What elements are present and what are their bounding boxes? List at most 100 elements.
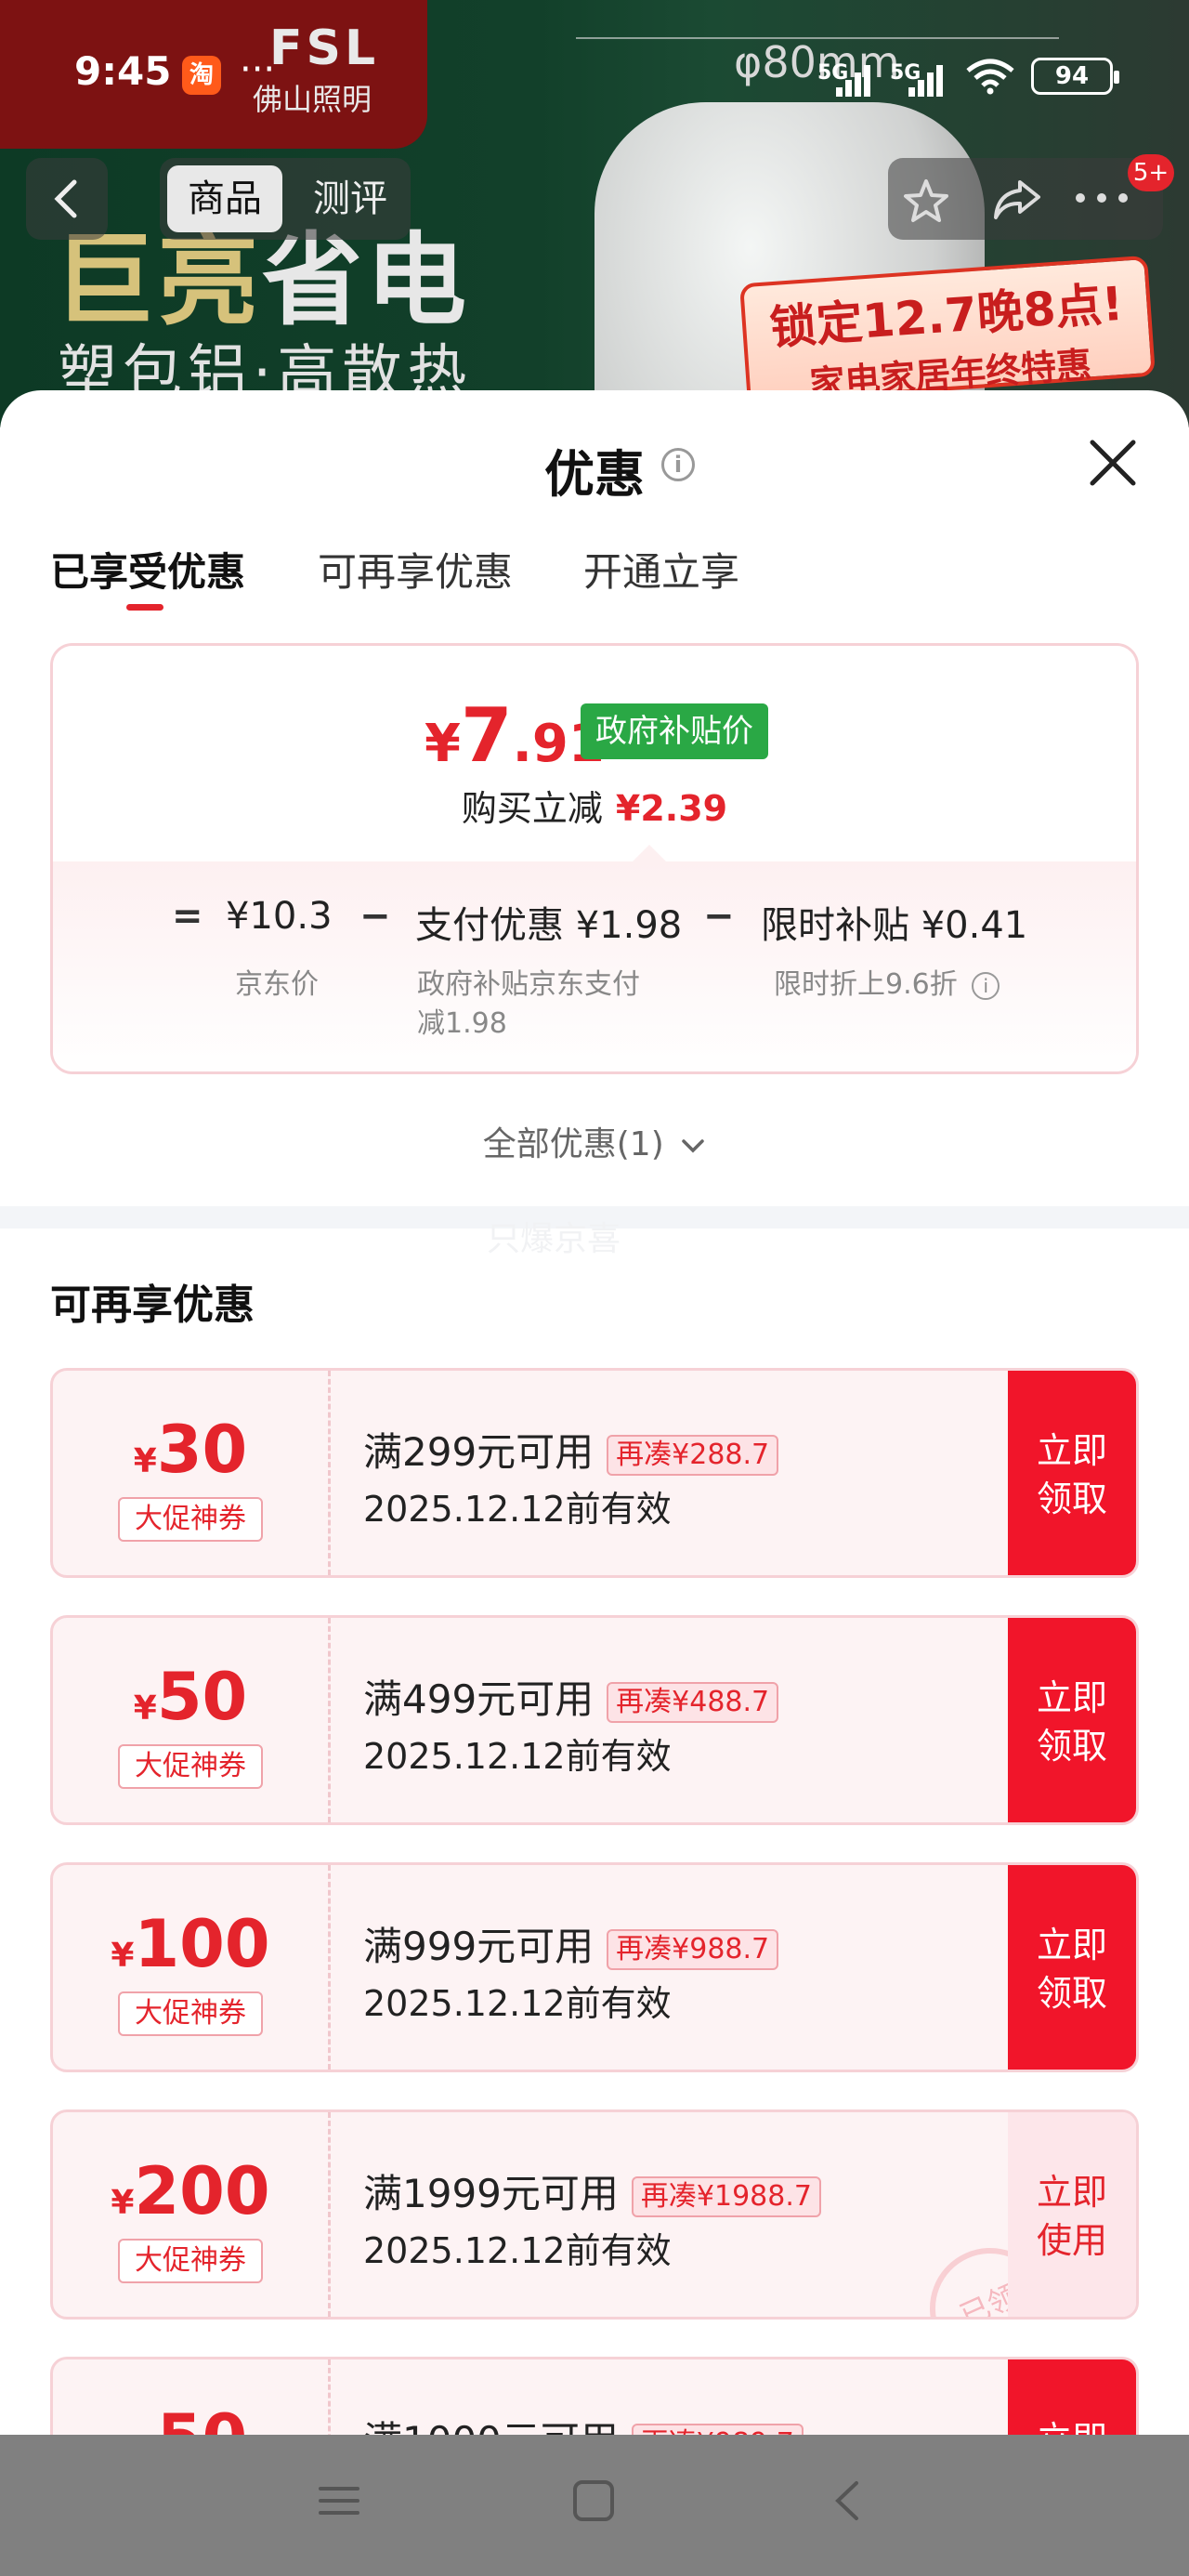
tab-more-available[interactable]: 可再享优惠 <box>318 541 513 598</box>
home-icon[interactable] <box>570 2477 617 2524</box>
coupon-yen: ¥ <box>133 1442 157 1480</box>
coupon-condition-text: 满299元可用 <box>363 1429 594 1475</box>
message-badge: 5+ <box>1128 154 1174 191</box>
back-button[interactable] <box>26 158 108 240</box>
discount-sheet: 优惠 i 已享受优惠 可再享优惠 开通立享 ¥7.91 政府补贴价 购买立减 ¥2… <box>0 390 1189 2567</box>
tab-goods[interactable]: 商品 <box>167 165 282 232</box>
final-price: ¥7.91 <box>425 692 605 779</box>
payment-desc-line1: 政府补贴京东支付 <box>417 968 640 1001</box>
share-icon[interactable] <box>992 178 1042 221</box>
claim-coupon-button[interactable]: 立即 领取 <box>1008 1865 1136 2070</box>
coupon-yen: ¥ <box>133 1689 157 1728</box>
coupon-yen: ¥ <box>111 1937 135 1975</box>
more-notifications: ··· <box>240 48 276 91</box>
coupon-card: ¥30 大促神券 满299元可用 再凑¥288.7 2025.12.12前有效 立… <box>50 1368 1139 1578</box>
back-icon <box>54 179 77 218</box>
all-offers-label: 全部优惠(1) <box>482 1125 664 1163</box>
tab-open-enjoy[interactable]: 开通立享 <box>583 541 739 598</box>
coupon-button-line2: 领取 <box>1036 1726 1107 1767</box>
screen: FSL 佛山照明 φ80mm 巨亮省电 塑包铝·高散热 锁定12.7晚8点! 家… <box>0 0 1189 2576</box>
tab-review[interactable]: 测评 <box>299 165 401 232</box>
coupon-button-line1: 立即 <box>1036 1925 1107 1965</box>
watermark-text: 只爆京喜 <box>487 1220 621 1258</box>
coupon-type-badge: 大促神券 <box>118 1497 263 1542</box>
back-nav-icon[interactable] <box>825 2477 871 2524</box>
purchase-reduction: 购买立减 ¥2.39 <box>53 780 1136 831</box>
coupon-condition-text: 满999元可用 <box>363 1924 594 1969</box>
coupon-value-area: ¥30 大促神券 <box>53 1371 328 1575</box>
coupon-separator <box>328 1618 331 1822</box>
coupon-amount: ¥200 <box>53 2153 328 2229</box>
coupon-value-area: ¥200 大促神券 <box>53 2112 328 2317</box>
status-bar: 9:45 淘 ··· 5G 5G 94 <box>0 48 1189 104</box>
coupon-card: ¥100 大促神券 满999元可用 再凑¥988.7 2025.12.12前有效 … <box>50 1862 1139 2072</box>
headline-b: 省电 <box>262 223 471 339</box>
coupon-amount: ¥50 <box>53 1659 328 1735</box>
headline-a: 巨亮 <box>54 223 263 339</box>
limited-desc[interactable]: 限时折上9.6折 i <box>774 966 1000 1005</box>
coupon-condition-text: 满1999元可用 <box>363 2171 619 2216</box>
gov-subsidy-tag: 政府补贴价 <box>581 703 768 759</box>
coupon-amount-number: 100 <box>134 1906 270 1982</box>
coupon-condition: 满1999元可用 再凑¥1988.7 <box>363 2162 821 2219</box>
coupon-button-line2: 使用 <box>1036 2220 1107 2261</box>
reduce-value: ¥2.39 <box>615 788 728 829</box>
claim-coupon-button[interactable]: 立即 领取 <box>1008 1371 1136 1575</box>
coupon-more-needed: 再凑¥988.7 <box>607 1928 779 1970</box>
coupon-condition-text: 满499元可用 <box>363 1676 594 1722</box>
coupon-value-area: ¥50 大促神券 <box>53 1618 328 1822</box>
wifi-icon <box>966 59 1014 95</box>
minus-sign-2: − <box>703 895 735 938</box>
pointer-arrow <box>633 845 666 861</box>
coupon-amount-number: 50 <box>156 1659 248 1735</box>
coupon-button-line1: 立即 <box>1036 1430 1107 1471</box>
tab-enjoyed[interactable]: 已享受优惠 <box>50 541 245 598</box>
battery-indicator: 94 <box>1031 58 1119 95</box>
signal-icon-2 <box>908 63 951 97</box>
close-icon[interactable] <box>1085 435 1141 491</box>
top-tabs: 商品 测评 <box>160 158 411 240</box>
star-icon[interactable] <box>903 178 949 223</box>
payment-discount-desc: 政府补贴京东支付 减1.98 <box>417 966 640 1044</box>
coupon-button-line2: 领取 <box>1036 1973 1107 2014</box>
coupon-type-badge: 大促神券 <box>118 1744 263 1789</box>
claim-coupon-button[interactable]: 立即 领取 <box>1008 1618 1136 1822</box>
menu-icon[interactable] <box>316 2477 362 2524</box>
limited-desc-text: 限时折上9.6折 <box>774 968 958 1001</box>
minus-sign-1: − <box>359 895 391 938</box>
info-icon-small[interactable]: i <box>972 971 1000 1000</box>
use-coupon-button[interactable]: 立即 使用 <box>1008 2112 1136 2317</box>
payment-desc-line2: 减1.98 <box>417 1007 507 1040</box>
coupon-expiry: 2025.12.12前有效 <box>363 1736 672 1777</box>
coupon-type-badge: 大促神券 <box>118 1991 263 2036</box>
coupon-more-needed: 再凑¥1988.7 <box>631 2175 821 2217</box>
more-icon[interactable] <box>1074 191 1130 204</box>
jd-price: ¥10.3 <box>226 895 333 938</box>
all-offers-toggle[interactable]: 全部优惠(1) <box>0 1117 1189 1165</box>
chevron-down-icon <box>682 1139 704 1153</box>
info-icon[interactable]: i <box>661 448 695 481</box>
equals-sign: = <box>172 895 203 938</box>
coupon-separator <box>328 2112 331 2317</box>
limited-subsidy: 限时补贴 ¥0.41 <box>761 904 1028 947</box>
reduce-label: 购买立减 <box>461 788 603 829</box>
coupon-amount: ¥30 <box>53 1412 328 1488</box>
coupon-expiry: 2025.12.12前有效 <box>363 1983 672 2024</box>
coupon-button-line1: 立即 <box>1036 1677 1107 1718</box>
sheet-title: 优惠 <box>544 445 645 504</box>
top-actions <box>888 158 1163 240</box>
jd-price-label: 京东价 <box>235 968 319 1001</box>
coupon-card: ¥50 大促神券 满499元可用 再凑¥488.7 2025.12.12前有效 立… <box>50 1615 1139 1825</box>
taobao-notification-icon: 淘 <box>182 56 221 95</box>
coupon-button-line1: 立即 <box>1036 2172 1107 2213</box>
coupon-more-needed: 再凑¥288.7 <box>607 1434 779 1476</box>
signal-icon <box>836 63 879 97</box>
coupon-card: ¥200 大促神券 满1999元可用 再凑¥1988.7 2025.12.12前有… <box>50 2109 1139 2320</box>
coupon-amount: ¥100 <box>53 1906 328 1982</box>
coupon-more-needed: 再凑¥488.7 <box>607 1681 779 1723</box>
coupon-expiry: 2025.12.12前有效 <box>363 1489 672 1530</box>
coupon-separator <box>328 1371 331 1575</box>
coupon-value-area: ¥100 大促神券 <box>53 1865 328 2070</box>
price-int: 7 <box>460 692 513 779</box>
price-summary: ¥7.91 政府补贴价 购买立减 ¥2.39 <box>53 646 1136 861</box>
